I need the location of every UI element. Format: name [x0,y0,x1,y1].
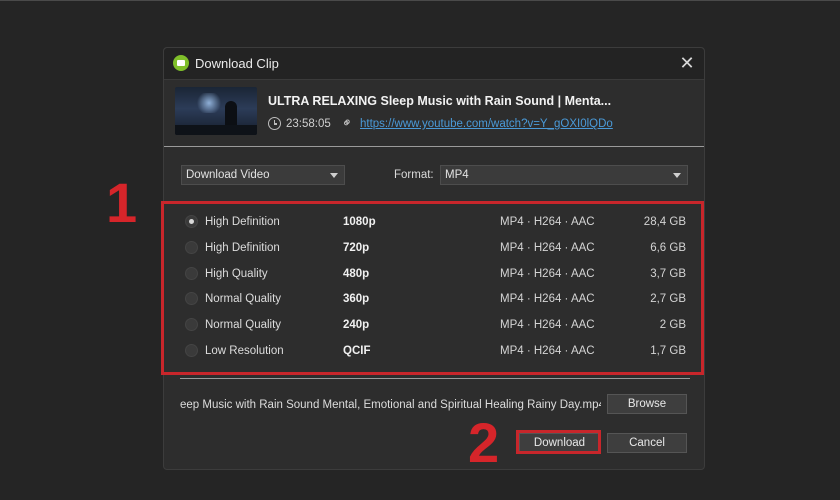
video-title: ULTRA RELAXING Sleep Music with Rain Sou… [268,94,612,108]
format-label: Format: [394,169,434,181]
download-button-highlight [516,430,601,454]
app-logo-icon [173,55,189,71]
format-value: MP4 [445,169,469,181]
browse-button[interactable]: Browse [607,394,687,414]
format-dropdown[interactable]: MP4 [440,165,688,185]
video-thumbnail [175,87,257,135]
close-button[interactable]: ✕ [676,52,698,74]
video-url-link[interactable]: https://www.youtube.com/watch?v=Y_gOXI0l… [360,118,613,130]
output-filename-field[interactable]: eep Music with Rain Sound Mental, Emotio… [180,395,601,415]
link-icon: ⚭ [337,113,357,132]
video-duration: 23:58:05 [286,118,331,130]
dialog-titlebar: Download Clip ✕ [164,48,704,80]
chevron-down-icon [673,173,681,178]
list-divider [180,378,690,379]
quality-list-highlight [161,201,704,375]
screen-top-edge [0,0,840,1]
download-type-dropdown[interactable]: Download Video [181,165,345,185]
chevron-down-icon [330,173,338,178]
cancel-button[interactable]: Cancel [607,433,687,453]
step-2-marker: 2 [468,411,500,474]
clock-icon [268,117,281,130]
header-divider [164,146,704,147]
step-1-marker: 1 [106,171,138,234]
download-type-value: Download Video [186,169,270,181]
dialog-title: Download Clip [195,56,279,71]
